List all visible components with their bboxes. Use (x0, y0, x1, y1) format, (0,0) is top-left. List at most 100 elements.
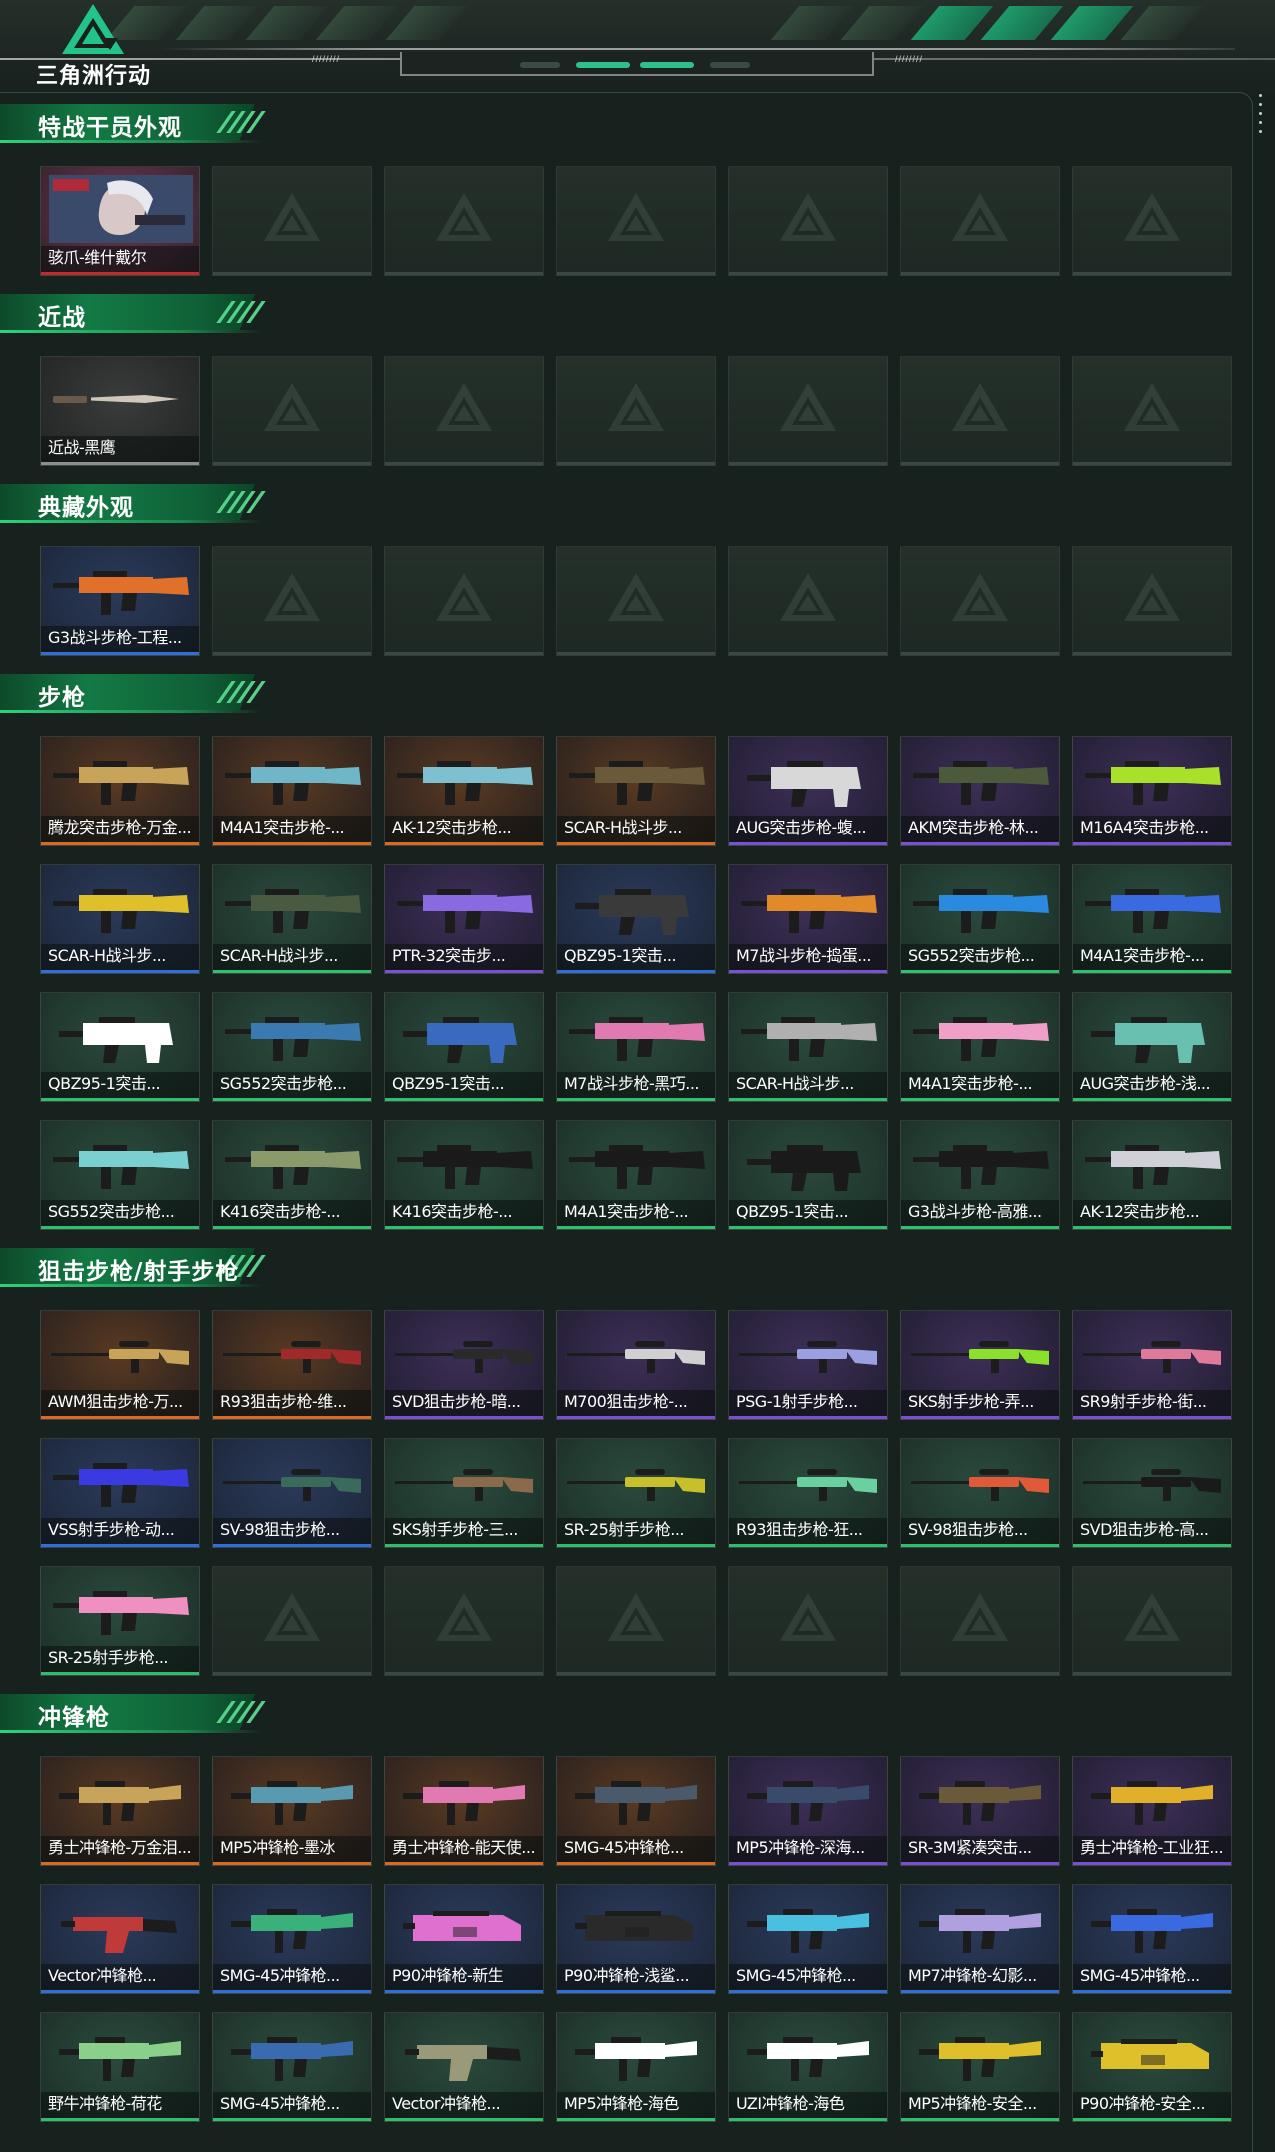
rifle-icon (397, 889, 533, 933)
item-card[interactable]: SCAR-H战斗步... (556, 736, 716, 846)
item-card[interactable]: Vector冲锋枪... (40, 1884, 200, 1994)
item-card[interactable]: 勇士冲锋枪-万金泪... (40, 1756, 200, 1866)
item-name: MP5冲锋枪-海色 (564, 2094, 679, 2113)
item-card[interactable]: 骇爪-维什戴尔 (40, 166, 200, 276)
item-card[interactable]: QBZ95-1突击... (728, 1120, 888, 1230)
item-card[interactable]: SCAR-H战斗步... (40, 864, 200, 974)
rifle-icon (1085, 1145, 1221, 1189)
item-card[interactable]: PTR-32突击步... (384, 864, 544, 974)
empty-slot (1072, 166, 1232, 276)
item-card[interactable]: SMG-45冲锋枪... (556, 1756, 716, 1866)
item-name: AWM狙击步枪-万... (48, 1392, 183, 1411)
rifle-icon (53, 761, 189, 805)
item-card[interactable]: SG552突击步枪... (900, 864, 1060, 974)
item-card[interactable]: M4A1突击步枪-... (900, 992, 1060, 1102)
delta-placeholder-icon (436, 193, 492, 241)
item-card[interactable]: SV-98狙击步枪... (212, 1438, 372, 1548)
rarity-bar (557, 1862, 715, 1865)
rifle-icon (569, 1017, 705, 1061)
item-card[interactable]: SR-3M紧凑突击... (900, 1756, 1060, 1866)
item-card[interactable]: SKS射手步枪-三... (384, 1438, 544, 1548)
item-name: MP5冲锋枪-墨冰 (220, 1838, 335, 1857)
sniper-rifle-icon (395, 1341, 533, 1373)
item-name: AK-12突击步枪... (1080, 1202, 1200, 1221)
item-card[interactable]: SCAR-H战斗步... (728, 992, 888, 1102)
item-card[interactable]: SG552突击步枪... (40, 1120, 200, 1230)
item-card[interactable]: SMG-45冲锋枪... (1072, 1884, 1232, 1994)
item-card[interactable]: P90冲锋枪-新生 (384, 1884, 544, 1994)
empty-slot (900, 1566, 1060, 1676)
item-card[interactable]: AUG突击步枪-浅... (1072, 992, 1232, 1102)
item-name: MP5冲锋枪-安全... (908, 2094, 1037, 2113)
p90-smg-icon (1091, 2039, 1209, 2069)
item-card[interactable]: R93狙击步枪-狂... (728, 1438, 888, 1548)
item-card[interactable]: VSS射手步枪-动... (40, 1438, 200, 1548)
item-card[interactable]: P90冲锋枪-浅鲨... (556, 1884, 716, 1994)
delta-placeholder-icon (780, 573, 836, 621)
item-card[interactable]: SR9射手步枪-街... (1072, 1310, 1232, 1420)
scroll-indicator[interactable] (1259, 94, 1263, 139)
bullpup-rifle-icon (59, 1017, 173, 1063)
item-card[interactable]: M700狙击步枪-... (556, 1310, 716, 1420)
item-card[interactable]: Vector冲锋枪... (384, 2012, 544, 2122)
item-card[interactable]: M4A1突击步枪-... (212, 736, 372, 846)
item-card[interactable]: M4A1突击步枪-... (1072, 864, 1232, 974)
item-card[interactable]: K416突击步枪-... (212, 1120, 372, 1230)
item-card[interactable]: 勇士冲锋枪-工业狂... (1072, 1756, 1232, 1866)
item-card[interactable]: SR-25射手步枪... (556, 1438, 716, 1548)
item-card[interactable]: MP5冲锋枪-海色 (556, 2012, 716, 2122)
item-card[interactable]: QBZ95-1突击... (40, 992, 200, 1102)
item-name: SMG-45冲锋枪... (564, 1838, 684, 1857)
item-card[interactable]: MP5冲锋枪-深海... (728, 1756, 888, 1866)
empty-slot (384, 546, 544, 656)
item-name: SKS射手步枪-三... (392, 1520, 518, 1539)
item-card[interactable]: 野牛冲锋枪-荷花 (40, 2012, 200, 2122)
delta-placeholder-icon (952, 193, 1008, 241)
item-card[interactable]: AK-12突击步枪... (1072, 1120, 1232, 1230)
item-card[interactable]: 近战-黑鹰 (40, 356, 200, 466)
item-card[interactable]: M16A4突击步枪... (1072, 736, 1232, 846)
item-card[interactable]: AUG突击步枪-蝮... (728, 736, 888, 846)
item-name: SCAR-H战斗步... (564, 818, 682, 837)
item-card[interactable]: R93狙击步枪-维... (212, 1310, 372, 1420)
item-card[interactable]: SVD狙击步枪-高... (1072, 1438, 1232, 1548)
item-card[interactable]: QBZ95-1突击... (384, 992, 544, 1102)
item-name: AUG突击步枪-浅... (1080, 1074, 1211, 1093)
item-card[interactable]: SMG-45冲锋枪... (728, 1884, 888, 1994)
item-card[interactable]: 腾龙突击步枪-万金... (40, 736, 200, 846)
item-card[interactable]: M7战斗步枪-捣蛋... (728, 864, 888, 974)
item-card[interactable]: P90冲锋枪-安全... (1072, 2012, 1232, 2122)
item-card[interactable]: G3战斗步枪-工程... (40, 546, 200, 656)
rarity-bar (385, 1862, 543, 1865)
item-card[interactable]: SCAR-H战斗步... (212, 864, 372, 974)
item-card[interactable]: SMG-45冲锋枪... (212, 2012, 372, 2122)
item-card[interactable]: PSG-1射手步枪... (728, 1310, 888, 1420)
item-card[interactable]: QBZ95-1突击... (556, 864, 716, 974)
item-card[interactable]: K416突击步枪-... (384, 1120, 544, 1230)
empty-slot (728, 546, 888, 656)
item-card[interactable]: AWM狙击步枪-万... (40, 1310, 200, 1420)
rarity-bar (1073, 1416, 1231, 1419)
item-card[interactable]: UZI冲锋枪-海色 (728, 2012, 888, 2122)
item-card[interactable]: AK-12突击步枪... (384, 736, 544, 846)
item-card[interactable]: M7战斗步枪-黑巧... (556, 992, 716, 1102)
item-card[interactable]: SVD狙击步枪-暗... (384, 1310, 544, 1420)
item-card[interactable]: SMG-45冲锋枪... (212, 1884, 372, 1994)
item-card[interactable]: M4A1突击步枪-... (556, 1120, 716, 1230)
item-card[interactable]: SV-98狙击步枪... (900, 1438, 1060, 1548)
item-name: AK-12突击步枪... (392, 818, 512, 837)
operator-portrait-icon (49, 175, 193, 243)
item-card[interactable]: G3战斗步枪-高雅... (900, 1120, 1060, 1230)
item-name: SCAR-H战斗步... (220, 946, 338, 965)
item-card[interactable]: AKM突击步枪-林... (900, 736, 1060, 846)
item-card[interactable]: SR-25射手步枪... (40, 1566, 200, 1676)
smg-icon (1091, 1781, 1213, 1825)
item-card[interactable]: SG552突击步枪... (212, 992, 372, 1102)
delta-placeholder-icon (780, 383, 836, 431)
item-card[interactable]: MP5冲锋枪-墨冰 (212, 1756, 372, 1866)
item-card[interactable]: MP5冲锋枪-安全... (900, 2012, 1060, 2122)
rarity-bar (557, 2118, 715, 2121)
item-card[interactable]: MP7冲锋枪-幻影... (900, 1884, 1060, 1994)
item-card[interactable]: 勇士冲锋枪-能天使... (384, 1756, 544, 1866)
item-card[interactable]: SKS射手步枪-弄... (900, 1310, 1060, 1420)
